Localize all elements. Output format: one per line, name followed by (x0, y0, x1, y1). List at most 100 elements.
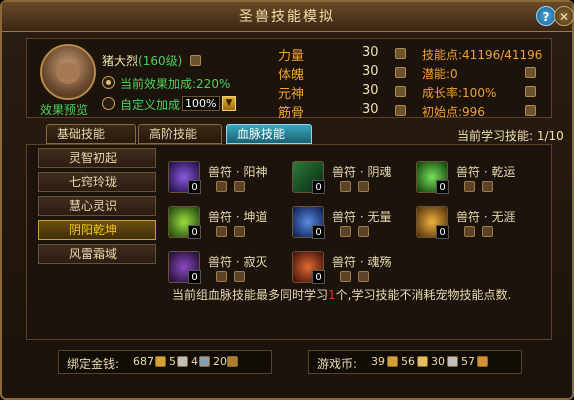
bound-silver-value: 5 (169, 355, 176, 368)
skill-learn-button[interactable] (234, 226, 245, 237)
stat-value-strength: 30 (362, 45, 379, 60)
tab-advanced-skills[interactable]: 高阶技能 (138, 124, 222, 144)
bound-gold-value: 687 (133, 355, 154, 368)
skill-name: 兽符 · 寂灭 (208, 255, 268, 269)
game-money-value-1: 39 (371, 355, 385, 368)
category-item-active[interactable]: 阴阳乾坤 (38, 220, 156, 240)
skill-name: 兽符 · 乾运 (456, 165, 516, 179)
title-bar: 圣兽技能模拟 ? ✕ (2, 2, 574, 32)
growth-rate-icon[interactable] (525, 86, 536, 97)
custom-effect-radio[interactable] (102, 97, 115, 110)
current-effect-label: 当前效果加成:220% (120, 77, 231, 91)
skill-learn-button[interactable] (358, 181, 369, 192)
skill-hunshang-icon[interactable]: 0 (292, 251, 325, 284)
tab-bloodline-skills[interactable]: 血脉技能 (226, 124, 312, 144)
gold-ingot-icon (387, 356, 398, 367)
bloodline-info-text: 当前组血脉技能最多同时学习1个,学习技能不消耗宠物技能点数. (172, 286, 511, 303)
custom-effect-label: 自定义加成 (120, 98, 181, 112)
tab-basic-skills[interactable]: 基础技能 (46, 124, 136, 144)
stat-label-spirit: 元神 (278, 87, 305, 102)
stat-value-spirit: 30 (362, 83, 379, 98)
silver-pile-icon (447, 356, 458, 367)
custom-effect-dropdown[interactable]: ▼ (222, 96, 236, 111)
skill-name: 兽符 · 无量 (332, 210, 392, 224)
skill-count: 0 (436, 225, 449, 239)
game-money-box: 游戏币: 39 56 30 57 (308, 350, 522, 374)
skill-yangshen-icon[interactable]: 0 (168, 161, 201, 194)
skill-name: 兽符 · 坤道 (208, 210, 268, 224)
skill-info-button[interactable] (216, 181, 227, 192)
skill-info-button[interactable] (216, 226, 227, 237)
pet-avatar (40, 44, 96, 100)
info-before: 当前组血脉技能最多同时学习 (172, 288, 329, 302)
skill-info-button[interactable] (340, 226, 351, 237)
pet-level: (160级) (138, 54, 183, 68)
close-button[interactable]: ✕ (554, 6, 574, 26)
potential: 潜能:0 (422, 67, 458, 81)
bound-extra-value: 20 (213, 355, 227, 368)
stat-value-physique: 30 (362, 64, 379, 79)
stat-agility-icon[interactable] (395, 105, 406, 116)
effect-preview-label: 效果预览 (40, 103, 89, 117)
skill-wuliang-icon[interactable]: 0 (292, 206, 325, 239)
category-item[interactable]: 风雷霜域 (38, 244, 156, 264)
stat-label-physique: 体魄 (278, 68, 305, 83)
help-button[interactable]: ? (536, 6, 556, 26)
skill-count: 0 (312, 270, 325, 284)
skill-info-button[interactable] (216, 271, 227, 282)
skill-yinhun-icon[interactable]: 0 (292, 161, 325, 194)
skill-learn-button[interactable] (482, 226, 493, 237)
skill-count: 0 (312, 180, 325, 194)
initial-points-icon[interactable] (525, 105, 536, 116)
skill-learn-button[interactable] (358, 226, 369, 237)
category-item[interactable]: 七窍玲珑 (38, 172, 156, 192)
stat-value-agility: 30 (362, 102, 379, 117)
bound-money-box: 绑定金钱: 687 5 4 20 (58, 350, 272, 374)
skill-count: 0 (312, 225, 325, 239)
stat-physique-icon[interactable] (395, 67, 406, 78)
skill-learn-button[interactable] (482, 181, 493, 192)
initial-points: 初始点:996 (422, 105, 485, 119)
stat-label-strength: 力量 (278, 49, 305, 64)
current-effect-radio[interactable] (102, 76, 115, 89)
category-item[interactable]: 慧心灵识 (38, 196, 156, 216)
skill-name: 兽符 · 阴魂 (332, 165, 392, 179)
game-money-value-4: 57 (461, 355, 475, 368)
category-item[interactable]: 灵智初起 (38, 148, 156, 168)
skill-info-button[interactable] (464, 181, 475, 192)
game-money-value-2: 56 (401, 355, 415, 368)
gold-pile-icon (417, 356, 428, 367)
skill-qianyun-icon[interactable]: 0 (416, 161, 449, 194)
skill-learn-button[interactable] (358, 271, 369, 282)
skill-info-button[interactable] (340, 181, 351, 192)
skill-info-button[interactable] (340, 271, 351, 282)
skill-count: 0 (188, 180, 201, 194)
silver-coin-icon (177, 356, 188, 367)
stat-spirit-icon[interactable] (395, 86, 406, 97)
copper-coin-icon (199, 356, 210, 367)
skill-jimie-icon[interactable]: 0 (168, 251, 201, 284)
skill-simulator-window: 圣兽技能模拟 ? ✕ 效果预览 猪大烈(160级) 当前效果加成:220% 自定… (0, 0, 574, 400)
info-after: 个,学习技能不消耗宠物技能点数. (335, 288, 512, 302)
skill-info-button[interactable] (464, 226, 475, 237)
growth-rate: 成长率:100% (422, 86, 497, 100)
pet-info-icon[interactable] (190, 55, 201, 66)
potential-icon[interactable] (525, 67, 536, 78)
skill-learn-button[interactable] (234, 271, 245, 282)
game-money-label: 游戏币: (317, 357, 358, 371)
stat-label-agility: 筋骨 (278, 106, 305, 121)
coin-icon (477, 356, 488, 367)
skill-points: 技能点:41196/41196 (422, 48, 543, 62)
skill-learn-button[interactable] (234, 181, 245, 192)
gold-coin-icon (155, 356, 166, 367)
window-title: 圣兽技能模拟 (239, 9, 335, 25)
bound-copper-value: 4 (191, 355, 198, 368)
skill-count: 0 (436, 180, 449, 194)
skill-name: 兽符 · 魂殇 (332, 255, 392, 269)
game-money-value-3: 30 (431, 355, 445, 368)
custom-effect-input[interactable]: 100% (182, 96, 220, 111)
stat-strength-icon[interactable] (395, 48, 406, 59)
skill-wuya-icon[interactable]: 0 (416, 206, 449, 239)
learn-count: 当前学习技能: 1/10 (457, 129, 564, 143)
skill-kundao-icon[interactable]: 0 (168, 206, 201, 239)
